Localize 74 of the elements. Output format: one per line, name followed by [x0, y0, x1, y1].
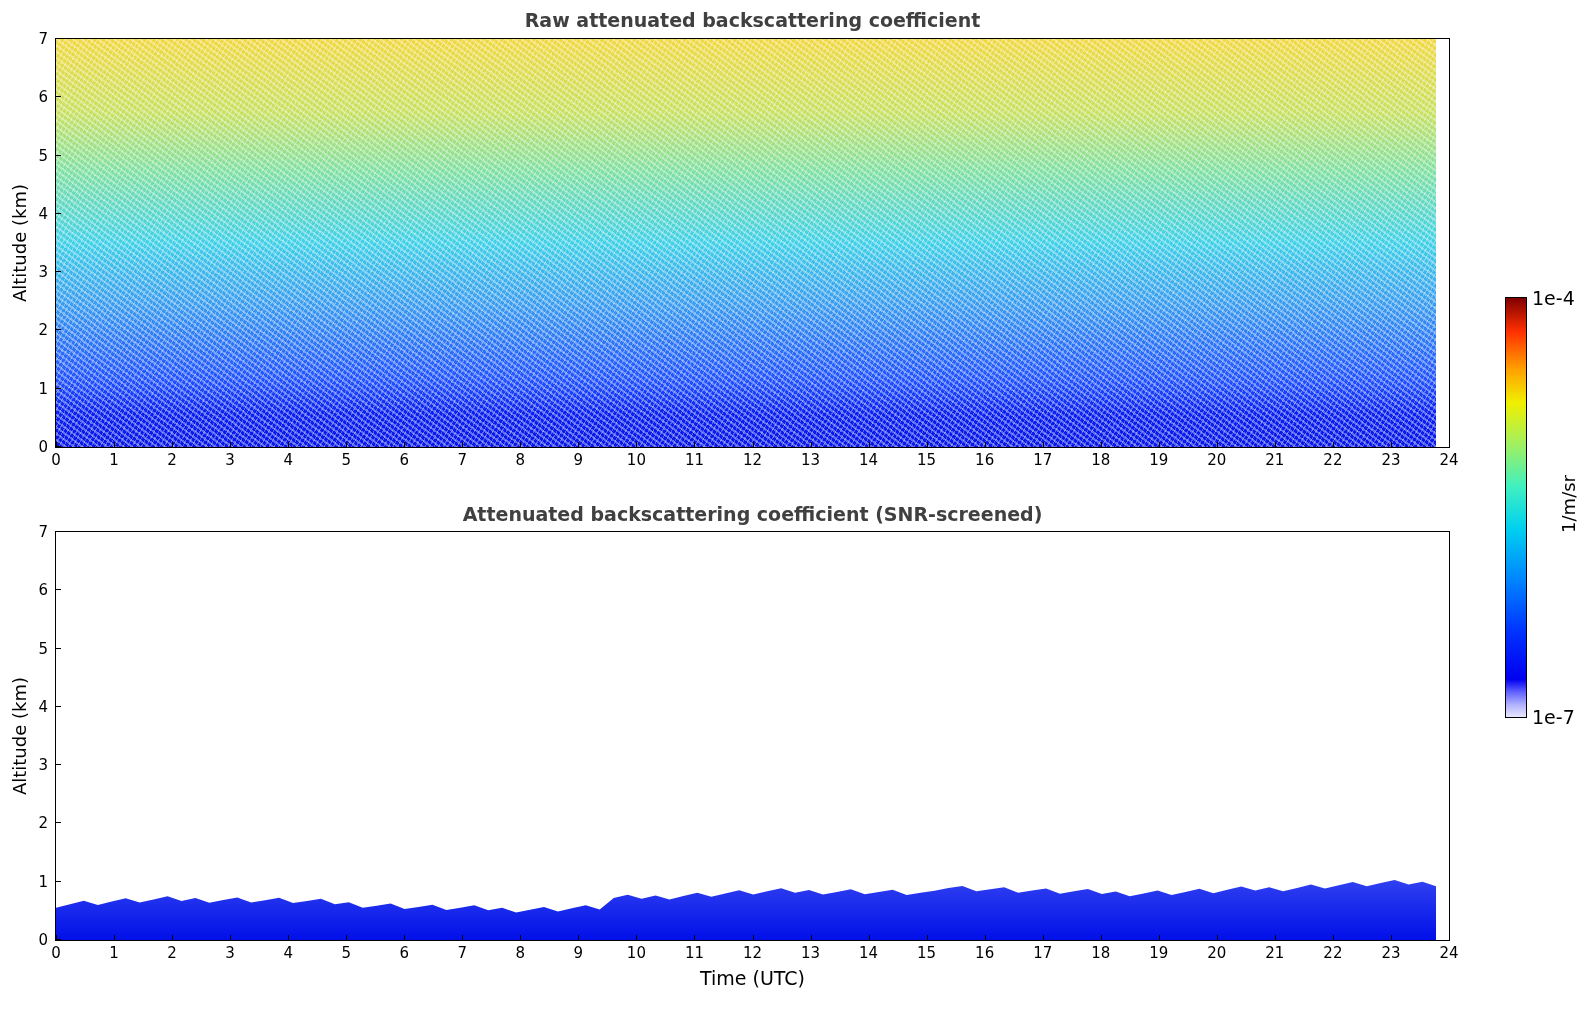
x-tick-label: 24 [1439, 451, 1459, 469]
x-tick-label: 21 [1265, 451, 1285, 469]
x-tick-label: 17 [1033, 451, 1053, 469]
x-tick-label: 21 [1265, 944, 1285, 962]
x-tick-label: 19 [1149, 944, 1169, 962]
x-tick-label: 2 [167, 944, 177, 962]
x-tick-label: 20 [1207, 451, 1227, 469]
x-tick-label: 1 [109, 451, 119, 469]
y-tick-label: 3 [38, 264, 48, 281]
x-tick-label: 11 [684, 451, 704, 469]
y-tick-label: 6 [38, 89, 48, 106]
x-tick-label: 4 [283, 944, 293, 962]
x-tick-label: 9 [573, 451, 584, 469]
y-tick-label: 3 [38, 757, 48, 774]
y-axis-label: Altitude (km) [9, 676, 30, 796]
x-tick-label: 7 [457, 451, 468, 469]
x-tick-label: 20 [1207, 944, 1227, 962]
x-tick-label: 13 [801, 944, 821, 962]
x-tick-label: 6 [399, 944, 409, 962]
x-tick-label: 16 [975, 944, 995, 962]
x-tick-label: 14 [859, 451, 879, 469]
x-tick-label: 5 [341, 451, 351, 469]
x-tick-label: 18 [1091, 451, 1111, 469]
x-tick-label: 22 [1323, 944, 1343, 962]
x-tick-label: 13 [801, 451, 821, 469]
x-tick-label: 8 [515, 944, 526, 962]
y-tick-label: 1 [38, 380, 48, 397]
x-axis-label: Time (UTC) [699, 967, 806, 989]
x-tick-label: 19 [1149, 451, 1169, 469]
x-tick-label: 9 [573, 944, 584, 962]
plot-title: Attenuated backscattering coefficient (SNR-screened) [461, 502, 1044, 526]
y-tick-label: 2 [38, 322, 48, 339]
x-tick-label: 14 [859, 944, 879, 962]
x-tick-label: 23 [1381, 451, 1401, 469]
y-tick-label: 0 [38, 932, 48, 948]
x-tick-label: 18 [1091, 944, 1111, 962]
x-tick-label: 7 [457, 944, 468, 962]
y-tick-label: 7 [38, 524, 48, 540]
x-tick-label: 22 [1323, 451, 1343, 469]
y-tick-label: 4 [38, 698, 48, 715]
x-tick-label: 3 [225, 451, 235, 469]
y-tick-label: 1 [38, 873, 48, 890]
x-tick-label: 16 [975, 451, 995, 469]
y-tick-label: 4 [38, 205, 48, 222]
y-tick-label: 0 [38, 439, 48, 455]
x-tick-label: 17 [1033, 944, 1053, 962]
y-tick-label: 5 [38, 640, 48, 657]
x-tick-label: 15 [917, 944, 937, 962]
x-tick-label: 11 [684, 944, 704, 962]
colorbar-max-label: 1e-4 [1532, 288, 1575, 308]
x-tick-label: 12 [742, 944, 763, 962]
x-tick-label: 2 [167, 451, 177, 469]
y-tick-label: 2 [38, 815, 48, 832]
x-tick-label: 24 [1439, 944, 1459, 962]
x-tick-label: 23 [1381, 944, 1401, 962]
colorbar-min-label: 1e-7 [1532, 707, 1575, 727]
x-tick-label: 15 [917, 451, 937, 469]
plot-title: Raw attenuated backscattering coefficient [523, 8, 982, 32]
y-axis-label: Altitude (km) [9, 183, 30, 303]
y-tick-label: 7 [38, 31, 48, 47]
x-tick-label: 6 [399, 451, 409, 469]
x-tick-label: 8 [515, 451, 526, 469]
x-tick-label: 10 [626, 451, 646, 469]
x-tick-label: 0 [51, 451, 61, 469]
x-tick-label: 3 [225, 944, 235, 962]
x-tick-label: 4 [283, 451, 293, 469]
y-tick-label: 5 [38, 147, 48, 164]
x-tick-label: 12 [742, 451, 763, 469]
x-tick-label: 1 [109, 944, 119, 962]
x-tick-label: 0 [51, 944, 61, 962]
x-tick-label: 5 [341, 944, 351, 962]
x-tick-label: 10 [626, 944, 646, 962]
colorbar-label: 1/m/sr [1558, 475, 1579, 533]
y-tick-label: 6 [38, 582, 48, 599]
